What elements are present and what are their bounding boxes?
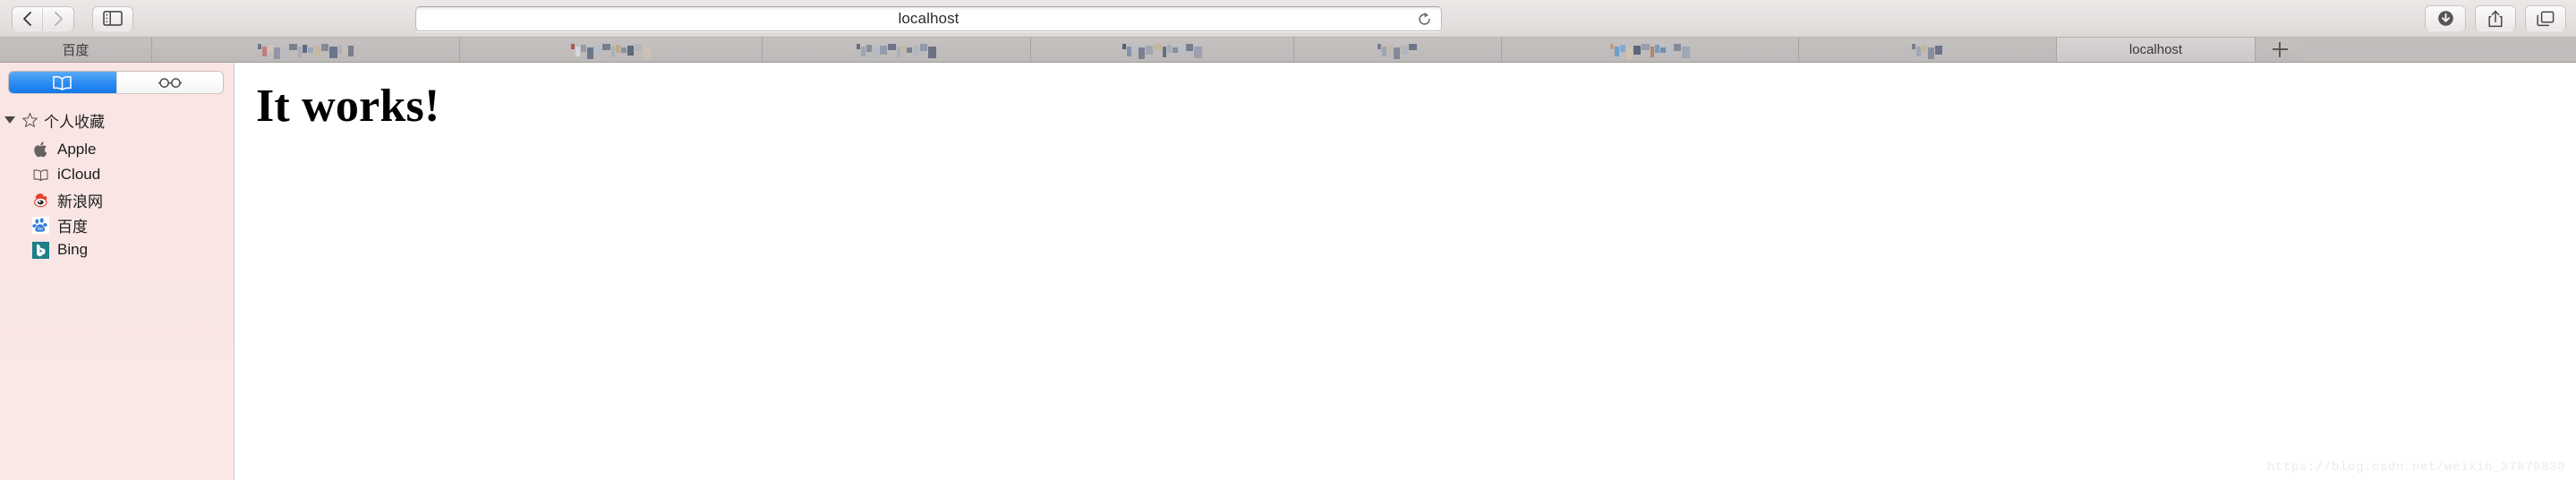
- book-outline-icon: [32, 167, 49, 184]
- chevron-right-icon: [54, 11, 63, 26]
- sidebar-icon: [103, 11, 123, 26]
- sidebar-item-bookmarks[interactable]: [9, 72, 116, 93]
- sidebar-item-reading-list[interactable]: [115, 72, 223, 93]
- address-bar[interactable]: localhost: [415, 6, 1442, 31]
- tab-overview-button[interactable]: [2526, 6, 2565, 30]
- list-item-label: iCloud: [57, 166, 101, 183]
- tab[interactable]: [152, 38, 460, 62]
- page-title: It works!: [256, 81, 440, 132]
- sina-weibo-icon: [32, 192, 49, 209]
- reload-icon: [1418, 12, 1430, 25]
- navigation-buttons: [13, 6, 73, 30]
- tab-title-masked: [856, 44, 937, 59]
- sidebar-segmented-control: [9, 72, 223, 93]
- download-icon: [2437, 11, 2453, 26]
- book-icon: [53, 75, 72, 90]
- downloads-button[interactable]: [2426, 6, 2465, 30]
- baidu-icon: du: [32, 216, 49, 234]
- tab-title-masked: [570, 44, 652, 59]
- chevron-left-icon: [23, 11, 31, 26]
- list-item[interactable]: Apple: [0, 137, 234, 162]
- browser-toolbar: localhost: [0, 0, 2576, 38]
- tab-title-masked: [1122, 44, 1203, 59]
- list-item-label: Bing: [57, 241, 89, 258]
- tab-title-masked: [1912, 44, 1943, 59]
- list-item[interactable]: 新浪网: [0, 187, 234, 212]
- tab[interactable]: 百度: [0, 38, 152, 62]
- reload-button[interactable]: [1414, 9, 1434, 29]
- favorites-section-header[interactable]: 个人收藏: [0, 107, 234, 133]
- tab[interactable]: [1294, 38, 1502, 62]
- bookmarks-sidebar: 个人收藏 Apple iCloud 新浪网 du 百度 Bing: [0, 63, 235, 480]
- watermark-text: https://blog.csdn.net/weixin_37879830: [2266, 460, 2565, 475]
- plus-icon: [2272, 42, 2288, 57]
- safari-browser-window: localhost 百度 localhost 个人收藏 Apple iCloud…: [0, 0, 2576, 480]
- forward-button[interactable]: [43, 6, 73, 30]
- list-item[interactable]: iCloud: [0, 162, 234, 187]
- favorites-section-label: 个人收藏: [44, 113, 105, 131]
- tab[interactable]: [460, 38, 763, 62]
- tab-title: localhost: [2128, 42, 2183, 57]
- tab[interactable]: [1502, 38, 1799, 62]
- tab[interactable]: [1799, 38, 2057, 62]
- tab[interactable]: [763, 38, 1031, 62]
- apple-icon: [32, 141, 49, 159]
- bing-icon: [32, 241, 49, 259]
- tab-bar: 百度 localhost: [0, 38, 2576, 63]
- share-icon: [2488, 10, 2503, 27]
- svg-text:du: du: [38, 227, 43, 232]
- chevron-down-icon[interactable]: [4, 116, 15, 124]
- tab-title-masked: [1609, 44, 1691, 59]
- toolbar-right-group: [2426, 6, 2565, 30]
- share-button[interactable]: [2476, 6, 2515, 30]
- tab[interactable]: [1031, 38, 1294, 62]
- glasses-icon: [158, 77, 182, 88]
- sidebar-toggle-button[interactable]: [93, 6, 132, 30]
- back-button[interactable]: [13, 6, 43, 30]
- list-item-label: 新浪网: [57, 193, 103, 210]
- list-item[interactable]: du 百度: [0, 212, 234, 237]
- list-item-label: Apple: [57, 141, 97, 158]
- tab-active[interactable]: localhost: [2057, 38, 2256, 62]
- tab-overview-icon: [2537, 11, 2555, 26]
- tab-title: 百度: [62, 43, 90, 58]
- toolbar-left-group: [0, 6, 132, 30]
- star-icon: [21, 112, 38, 127]
- tab-title-masked: [1378, 44, 1418, 59]
- favorites-list: Apple iCloud 新浪网 du 百度 Bing: [0, 137, 234, 262]
- address-bar-text: localhost: [898, 10, 960, 27]
- page-content: It works! https://blog.csdn.net/weixin_3…: [235, 63, 2576, 480]
- new-tab-button[interactable]: [2256, 38, 2304, 62]
- tab-title-masked: [257, 44, 354, 59]
- window-body: 个人收藏 Apple iCloud 新浪网 du 百度 Bing It work…: [0, 63, 2576, 480]
- list-item-label: 百度: [57, 218, 88, 236]
- address-bar-container: localhost: [415, 6, 1442, 31]
- list-item[interactable]: Bing: [0, 237, 234, 262]
